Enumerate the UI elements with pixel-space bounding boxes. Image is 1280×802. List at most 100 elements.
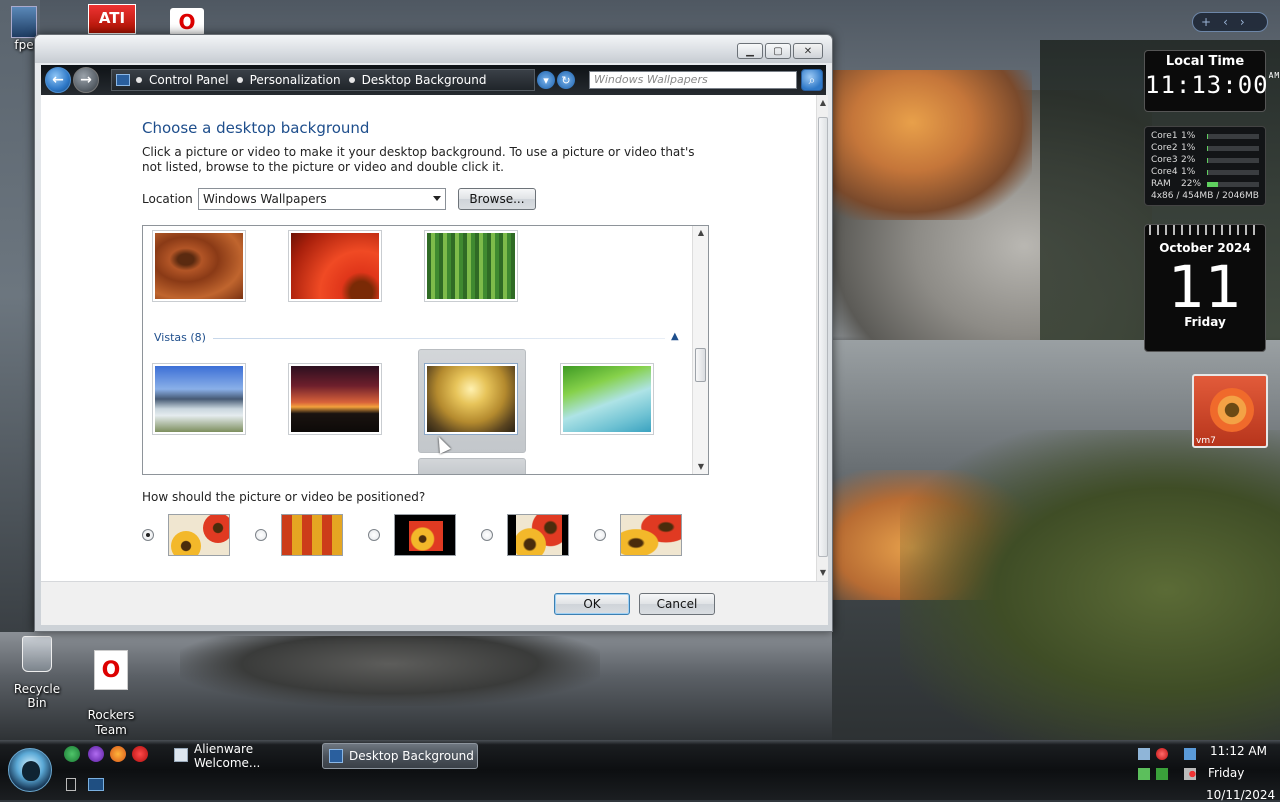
maximize-button[interactable]: ▢ — [765, 43, 791, 59]
scroll-down-icon[interactable]: ▼ — [817, 567, 829, 579]
position-radio-fit[interactable] — [481, 529, 493, 541]
wallpaper-thumbnail-rocks-golden-sea[interactable] — [424, 363, 518, 435]
cpu-footer: 4x86 / 454MB / 2046MB — [1151, 191, 1259, 201]
opera-icon[interactable] — [132, 746, 148, 762]
start-button[interactable] — [8, 748, 52, 792]
safely-remove-hardware-icon[interactable] — [1138, 748, 1150, 760]
network-icon[interactable] — [1184, 748, 1196, 760]
content-scroll-thumb[interactable] — [818, 117, 828, 557]
music-app-icon[interactable]: O — [170, 8, 204, 36]
desktop-icon-rockers-team[interactable]: O Rockers Team — [80, 636, 142, 752]
browse-button[interactable]: Browse... — [458, 188, 536, 210]
position-preview-stretch — [620, 514, 682, 556]
desktop-icon-label: Rockers Team — [87, 708, 135, 737]
minimize-button[interactable]: ▁ — [737, 43, 763, 59]
cpu-meter-value: 2% — [1181, 155, 1196, 165]
breadcrumb[interactable]: Control Panel Personalization Desktop Ba… — [111, 69, 535, 91]
scroll-down-icon[interactable]: ▼ — [693, 460, 708, 474]
cpu-meter-row: Core1 1% — [1151, 130, 1259, 142]
forward-button[interactable]: → — [73, 67, 99, 93]
gallery-scroll-thumb[interactable] — [695, 348, 706, 382]
alienware-logo-icon — [22, 761, 40, 781]
breadcrumb-desktop-background[interactable]: Desktop Background — [348, 73, 486, 87]
volume-muted-icon[interactable] — [1184, 768, 1196, 780]
update-icon[interactable] — [1138, 768, 1150, 780]
cpu-meter-bar — [1207, 181, 1259, 187]
collapse-group-icon[interactable]: ▲ — [671, 331, 679, 342]
slideshow-gadget[interactable]: vm7 — [1192, 374, 1268, 448]
breadcrumb-control-panel[interactable]: Control Panel — [136, 73, 229, 87]
desktop-icon-recycle-bin[interactable]: Recycle Bin — [4, 636, 70, 710]
close-button[interactable]: ✕ — [793, 43, 823, 59]
location-dropdown[interactable]: Windows Wallpapers — [198, 188, 446, 210]
cpu-meter-value: 1% — [1181, 143, 1196, 153]
desktop-icon-label: Recycle Bin — [13, 682, 61, 710]
position-option-stretch[interactable] — [594, 514, 684, 556]
taskbar-item-desktop-background[interactable]: Desktop Background — [322, 743, 478, 769]
security-alert-icon[interactable] — [1156, 748, 1168, 760]
clock-time-value: 11:13:00 — [1145, 71, 1269, 99]
position-radio-center[interactable] — [368, 529, 380, 541]
recent-pages-icon[interactable]: ▾ — [537, 71, 555, 89]
bamboo-image — [427, 233, 515, 299]
scroll-up-icon[interactable]: ▲ — [693, 226, 708, 240]
cpu-meter-value: 1% — [1181, 167, 1196, 177]
scroll-up-icon[interactable]: ▲ — [817, 97, 829, 109]
position-option-tile[interactable] — [255, 514, 345, 556]
firefox-icon[interactable] — [110, 746, 126, 762]
previous-gadgets-icon[interactable]: ‹ — [1223, 15, 1228, 29]
taskbar-item-alienware-welcome[interactable]: Alienware Welcome... — [168, 742, 310, 770]
wallpaper-grass — [900, 430, 1280, 750]
cancel-button[interactable]: Cancel — [639, 593, 715, 615]
monitor-icon[interactable] — [1156, 768, 1168, 780]
position-radio-fill[interactable] — [142, 529, 154, 541]
ok-button[interactable]: OK — [554, 593, 630, 615]
wallpaper-thumbnail-palm-leaf[interactable] — [560, 363, 654, 435]
add-gadget-icon[interactable]: + — [1201, 15, 1211, 29]
position-question: How should the picture or video be posit… — [142, 490, 426, 504]
wallpaper-boulder — [180, 636, 600, 706]
position-option-center[interactable] — [368, 514, 458, 556]
wallpaper-thumbnail-bamboo[interactable] — [424, 230, 518, 302]
breadcrumb-personalization[interactable]: Personalization — [236, 73, 341, 87]
cpu-meter-gadget[interactable]: Core1 1% Core2 1% Core3 2% Core4 1% RAM 22% 4x86 … — [1144, 126, 1266, 206]
window-titlebar[interactable]: ▁ ▢ ✕ — [35, 35, 832, 63]
wallpaper-thumbnail-mountain-river[interactable] — [152, 363, 246, 435]
task-label: Alienware Welcome... — [194, 742, 261, 770]
quick-launch-app-icon[interactable] — [64, 746, 80, 762]
breadcrumb-separator-icon — [236, 77, 243, 83]
position-option-fit[interactable] — [481, 514, 571, 556]
forward-arrow-icon: → — [80, 72, 92, 88]
ati-catalyst-icon[interactable]: ATI — [88, 4, 136, 34]
wallpaper-thumbnail-sunset[interactable] — [288, 363, 382, 435]
location-value: Windows Wallpapers — [203, 192, 327, 206]
maximize-icon: ▢ — [773, 45, 783, 57]
gallery-scrollbar[interactable]: ▲ ▼ — [692, 226, 708, 474]
position-radio-tile[interactable] — [255, 529, 267, 541]
back-button[interactable]: ← — [45, 67, 71, 93]
cpu-meter-bar — [1207, 133, 1259, 139]
wallpaper-thumbnail-wood[interactable] — [152, 230, 246, 302]
minimize-icon: ▁ — [746, 45, 754, 57]
position-preview-fill — [168, 514, 230, 556]
sidebar-controls[interactable]: + ‹ › — [1192, 12, 1268, 32]
sunset-image — [291, 366, 379, 432]
position-option-fill[interactable] — [142, 514, 232, 556]
taskbar-clock-time[interactable]: 11:12 AM — [1210, 744, 1267, 758]
quick-launch-messenger-icon[interactable] — [88, 746, 104, 762]
calendar-gadget[interactable]: October 2024 11 Friday — [1144, 224, 1266, 352]
group-header-vistas[interactable]: Vistas (8) — [154, 331, 206, 344]
next-gadgets-icon[interactable]: › — [1240, 15, 1245, 29]
search-input[interactable]: Windows Wallpapers — [589, 71, 797, 89]
chevron-down-icon — [433, 196, 441, 201]
clock-gadget[interactable]: Local Time 11:13:00AM — [1144, 50, 1279, 112]
switch-windows-icon[interactable] — [88, 778, 104, 791]
wallpaper-thumbnail-red-flower[interactable] — [288, 230, 382, 302]
position-radio-stretch[interactable] — [594, 529, 606, 541]
search-button[interactable]: ⌕ — [801, 69, 823, 91]
cpu-meter-value: 1% — [1181, 131, 1196, 141]
cpu-meter-fill — [1207, 181, 1219, 187]
show-desktop-icon[interactable] — [66, 778, 76, 791]
content-scrollbar[interactable]: ▲ ▼ — [816, 95, 828, 581]
refresh-icon[interactable]: ↻ — [557, 71, 575, 89]
